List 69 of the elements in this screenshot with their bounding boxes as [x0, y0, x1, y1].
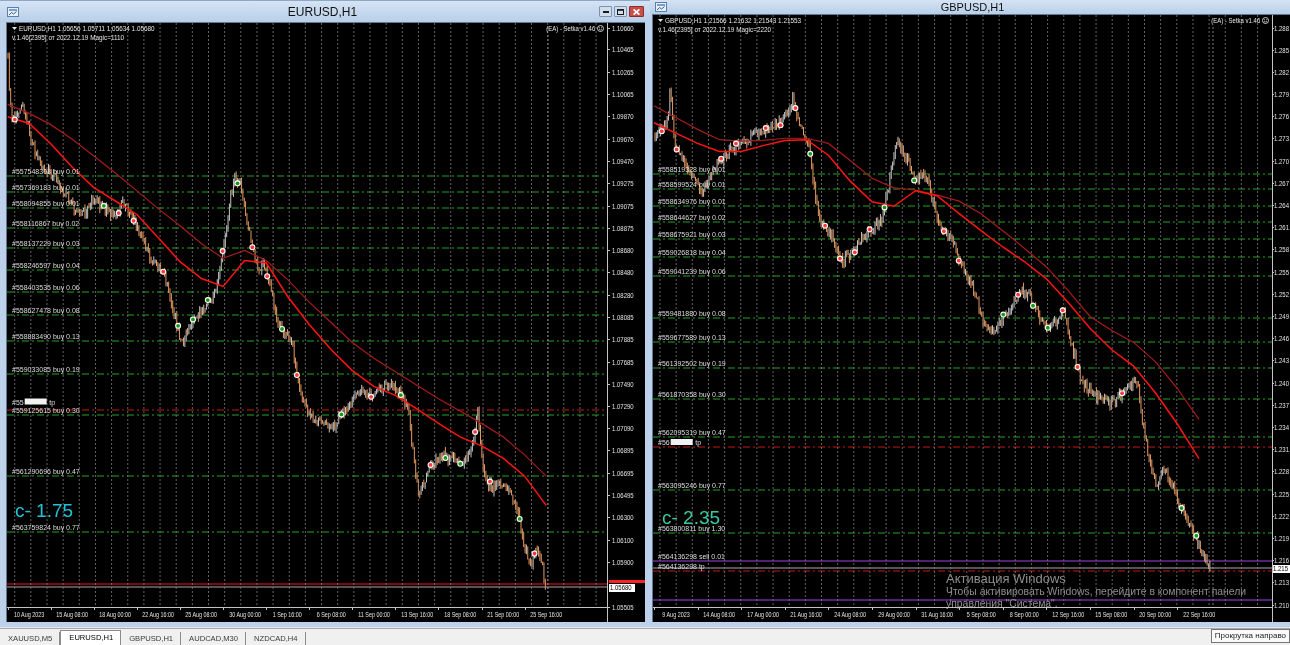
trade-marker [368, 393, 375, 400]
trade-marker [293, 372, 300, 378]
trade-marker [777, 122, 784, 129]
price-tag-icon [609, 580, 645, 583]
trade-marker [100, 202, 107, 209]
trade-marker [1059, 307, 1066, 314]
trade-marker [792, 105, 799, 112]
trade-marker [338, 411, 345, 418]
trade-marker [762, 125, 769, 132]
trade-marker [807, 150, 814, 157]
trade-marker [264, 273, 271, 280]
trade-marker [397, 392, 404, 399]
trade-marker [279, 326, 286, 332]
trade-marker [486, 478, 493, 485]
chart-window-icon [655, 2, 667, 12]
collapse-triangle-icon [658, 19, 663, 22]
trade-marker [673, 146, 680, 153]
trade-marker [881, 204, 888, 211]
trade-marker [866, 226, 873, 233]
tooltip: Прокрутка направо [1210, 629, 1290, 643]
trade-marker [718, 155, 725, 162]
trade-marker [11, 116, 18, 123]
trade-marker [836, 255, 843, 262]
trade-marker [130, 217, 137, 224]
trade-marker [115, 210, 122, 217]
trade-marker [531, 550, 538, 557]
minimize-icon [602, 10, 609, 13]
window-title: GBPUSD,H1 [940, 0, 1005, 14]
trade-marker [442, 454, 449, 461]
trade-marker [1193, 532, 1200, 539]
trade-marker [1000, 311, 1007, 318]
trade-marker [851, 249, 858, 256]
activation-notice-text: Чтобы активировать Windows, перейдите в компонент панели [946, 586, 1247, 598]
trade-marker [204, 297, 211, 304]
trade-marker [516, 515, 523, 522]
trade-marker [1015, 291, 1022, 298]
trade-marker [189, 316, 196, 323]
trade-marker [1119, 390, 1126, 397]
activation-notice-title: Активация Windows [946, 572, 1067, 586]
trade-marker [427, 461, 434, 468]
collapse-triangle-icon [12, 27, 17, 30]
trade-marker [219, 248, 226, 255]
trade-marker [1178, 505, 1185, 512]
trade-marker [234, 180, 241, 187]
smiley-icon [1262, 17, 1269, 24]
maximize-icon [617, 8, 624, 15]
trade-marker [472, 428, 479, 435]
trade-marker [1030, 302, 1036, 309]
trade-marker [940, 228, 947, 235]
trade-marker [175, 322, 182, 329]
window-title: EURUSD,H1 [287, 4, 358, 19]
trade-marker [160, 268, 167, 275]
activation-notice-text: управления "Система". [946, 598, 1059, 610]
smiley-icon [597, 25, 604, 32]
minimize-button[interactable] [599, 6, 612, 17]
trade-marker [822, 222, 829, 229]
trade-marker [911, 177, 918, 184]
counter-text: c- 1.75 [15, 500, 74, 521]
close-icon [633, 8, 640, 15]
chart-window-icon [7, 6, 19, 17]
trade-marker [457, 460, 464, 467]
maximize-button[interactable] [614, 6, 627, 17]
trade-marker [658, 128, 665, 135]
trade-marker [1074, 364, 1081, 370]
trade-marker [249, 244, 256, 251]
trade-marker [733, 140, 739, 147]
trade-marker [955, 257, 962, 264]
trade-marker [1044, 324, 1051, 331]
close-button[interactable] [629, 6, 644, 17]
